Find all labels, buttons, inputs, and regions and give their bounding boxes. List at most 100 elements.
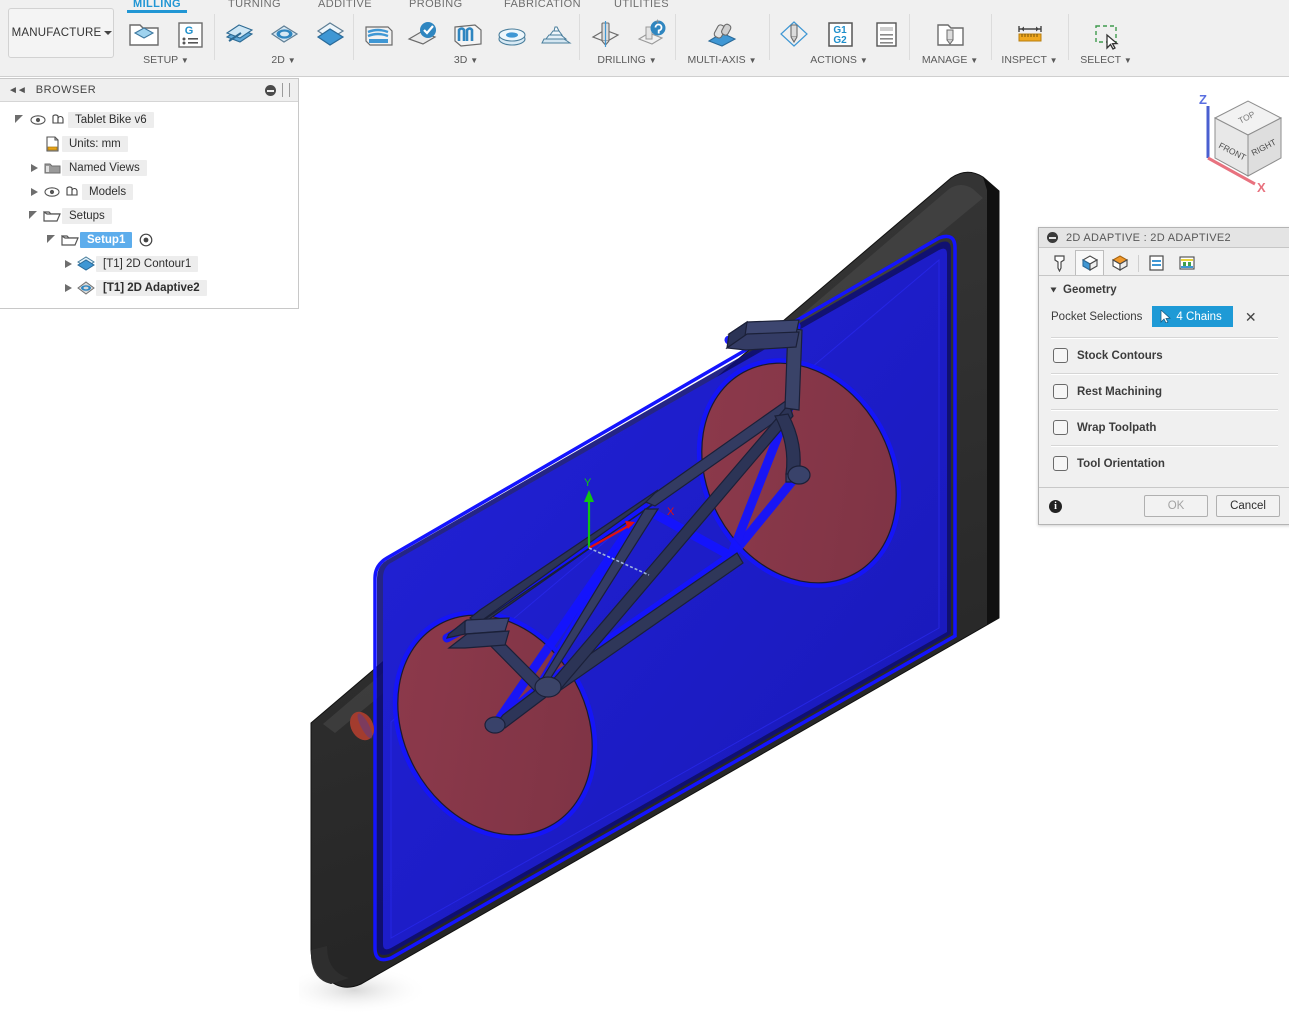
view-cube[interactable]: Z X TOP FRONT RIGHT [1185,88,1289,200]
setup-folder-icon [60,231,80,249]
tree-item-named-views[interactable]: Named Views [0,156,298,180]
linking-icon [1178,256,1195,270]
tool-library-icon[interactable] [928,12,972,56]
panel-drilling-label[interactable]: DRILLING ▼ [581,54,673,66]
rest-machining-checkbox[interactable] [1053,384,1068,399]
cancel-button[interactable]: Cancel [1216,495,1280,517]
face-icon[interactable] [218,12,260,56]
collapse-arrows-icon[interactable]: ◄◄ [8,85,27,96]
tab-probing[interactable]: PROBING [409,0,463,10]
tree-item-setup1[interactable]: Setup1 [0,228,298,252]
stock-contours-row[interactable]: Stock Contours [1039,338,1289,373]
post-process-icon[interactable]: G1 G2 [819,12,862,56]
tool-icon [1054,255,1065,272]
adaptive-2d-icon[interactable] [263,12,305,56]
heights-cube-icon [1111,255,1128,271]
tool-orientation-checkbox[interactable] [1053,456,1068,471]
close-x-icon[interactable]: ✕ [1245,310,1257,324]
drill-icon[interactable] [583,12,627,56]
parallel-icon[interactable] [446,12,488,56]
browser-panel: ◄◄ BROWSER Tablet Bike v6 Units: mm Name… [0,78,299,309]
origin-y-label: Y [584,477,592,489]
swarf-icon[interactable] [700,12,744,56]
tree-item-tablet-bike[interactable]: Tablet Bike v6 [0,108,298,132]
expander-closed-icon[interactable] [62,257,76,271]
tree-item-label: [T1] 2D Adaptive2 [96,280,207,296]
eye-icon[interactable] [28,111,48,129]
panel-inspect: INSPECT ▼ [993,12,1066,74]
tree-item-setups[interactable]: Setups [0,204,298,228]
select-window-icon[interactable] [1084,12,1128,56]
simulate-icon[interactable] [773,12,816,56]
panel-inspect-label[interactable]: INSPECT ▼ [993,54,1066,66]
panel-multi-axis-label[interactable]: MULTI-AXIS ▼ [677,54,767,66]
geometry-cube-icon [1081,255,1098,271]
workspace-switcher-button[interactable]: MANUFACTURE [8,8,114,58]
eye-icon[interactable] [42,183,62,201]
pocket-clearing-icon[interactable] [402,12,444,56]
scallop-icon[interactable] [491,12,533,56]
viewport-canvas[interactable]: Y X [299,78,1289,1016]
minimize-icon[interactable] [1047,232,1058,243]
expander-open-icon[interactable] [14,113,28,127]
panel-grip-handle[interactable] [282,83,290,97]
tab-additive[interactable]: ADDITIVE [318,0,372,10]
contour-2d-icon [76,255,96,273]
expander-open-icon[interactable] [28,209,42,223]
geometry-tab[interactable] [1075,250,1104,275]
tree-item-models[interactable]: Models [0,180,298,204]
tab-milling[interactable]: MILLING [127,0,188,13]
contour-2d-icon[interactable] [309,12,351,56]
setup-sheet-icon[interactable] [864,12,907,56]
info-icon[interactable]: i [1049,499,1062,513]
panel-2d: 2D ▼ [216,12,351,74]
stock-contours-checkbox[interactable] [1053,348,1068,363]
expander-open-icon[interactable] [46,233,60,247]
tool-tab[interactable] [1045,250,1074,275]
spiral-icon[interactable] [535,12,577,56]
expander-closed-icon[interactable] [28,161,42,175]
panel-3d: 3D ▼ [355,12,577,74]
pocket-selections-label: Pocket Selections [1051,310,1143,323]
tree-item-label: Units: mm [62,136,128,152]
tab-fabrication[interactable]: FABRICATION [504,0,581,10]
panel-divider [991,14,992,60]
panel-select-label[interactable]: SELECT ▼ [1070,54,1142,66]
setup-folder-icon[interactable] [122,12,166,56]
tree-item-2d-contour1[interactable]: [T1] 2D Contour1 [0,252,298,276]
adaptive-3d-icon[interactable] [357,12,399,56]
measure-icon[interactable] [1008,12,1052,56]
ok-button[interactable]: OK [1144,495,1208,517]
units-icon [42,135,62,153]
tree-item-2d-adaptive2[interactable]: [T1] 2D Adaptive2 [0,276,298,300]
geometry-group-header[interactable]: Geometry [1039,276,1289,302]
wrap-toolpath-row[interactable]: Wrap Toolpath [1039,410,1289,445]
minimize-icon[interactable] [265,85,276,96]
panel-manage-label[interactable]: MANAGE ▼ [911,54,989,66]
rest-machining-row[interactable]: Rest Machining [1039,374,1289,409]
generate-nc-program-icon[interactable]: G [169,12,213,56]
browser-header: ◄◄ BROWSER [0,79,298,102]
pocket-selections-button[interactable]: 4 Chains [1152,306,1233,327]
passes-tab[interactable] [1142,250,1171,275]
heights-tab[interactable] [1105,250,1134,275]
linking-tab[interactable] [1172,250,1201,275]
tree-item-units[interactable]: Units: mm [0,132,298,156]
panel-3d-label[interactable]: 3D ▼ [355,54,577,66]
tab-utilities[interactable]: UTILITIES [614,0,669,10]
dialog-header[interactable]: 2D ADAPTIVE : 2D ADAPTIVE2 [1039,228,1289,248]
tab-turning[interactable]: TURNING [228,0,281,10]
expander-closed-icon[interactable] [62,281,76,295]
panel-setup-label[interactable]: SETUP ▼ [120,54,212,66]
dialog-body: Geometry Pocket Selections 4 Chains ✕ St… [1039,276,1289,487]
panel-actions-label[interactable]: ACTIONS ▼ [771,54,907,66]
panel-2d-label[interactable]: 2D ▼ [216,54,351,66]
operation-dialog: 2D ADAPTIVE : 2D ADAPTIVE2 Geometry Pock… [1038,227,1289,525]
bore-icon[interactable]: + [630,12,674,56]
target-icon[interactable] [136,231,156,249]
tool-orientation-row[interactable]: Tool Orientation [1039,446,1289,487]
expander-closed-icon[interactable] [28,185,42,199]
panel-multi-axis: MULTI-AXIS ▼ [677,12,767,74]
wrap-toolpath-checkbox[interactable] [1053,420,1068,435]
tab-divider [1138,255,1139,272]
